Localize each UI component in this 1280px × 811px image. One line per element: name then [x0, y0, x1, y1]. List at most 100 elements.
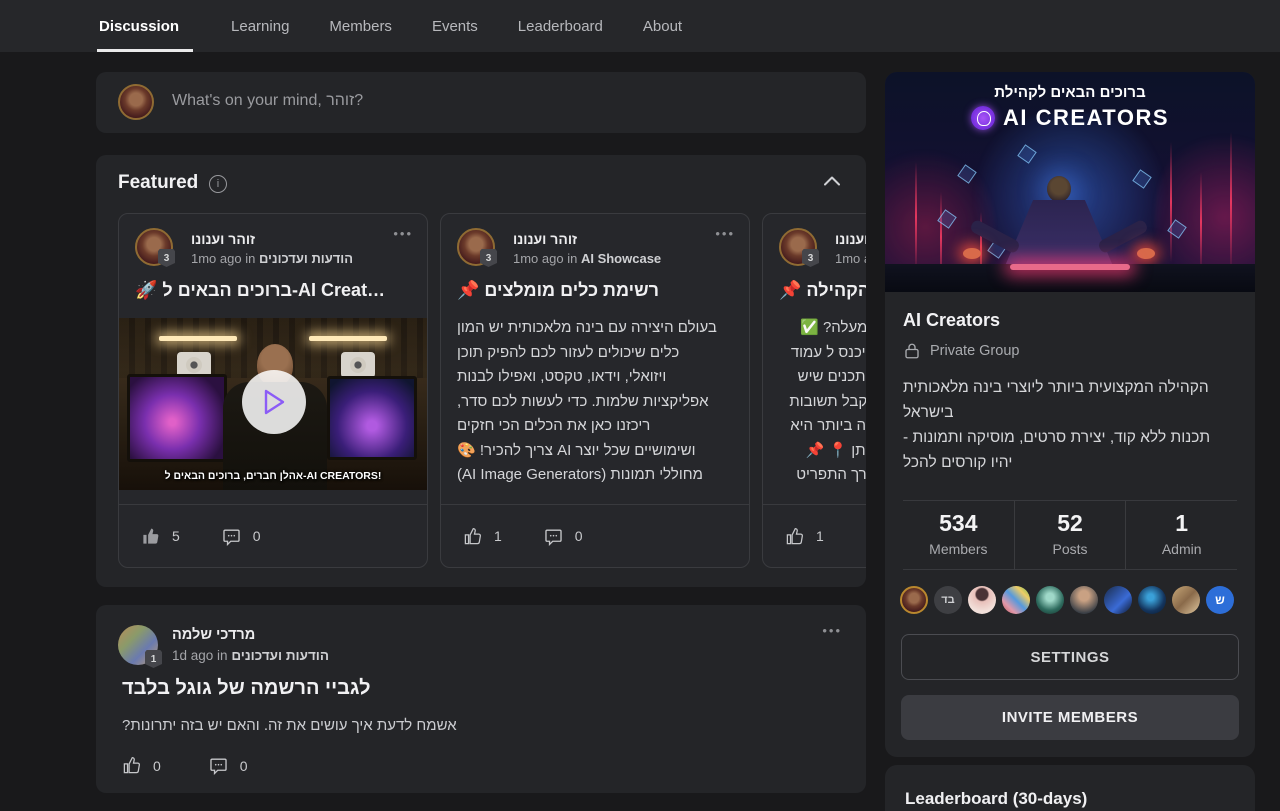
comment-icon[interactable]: [209, 756, 228, 775]
tab-discussion[interactable]: Discussion: [97, 0, 193, 52]
author-name[interactable]: זוהר וענונו: [513, 231, 577, 247]
like-count: 0: [153, 758, 161, 774]
comment-icon[interactable]: [544, 527, 563, 546]
stat-members[interactable]: 534 Members: [903, 501, 1014, 569]
featured-card[interactable]: 3 זוהר וענונו 1mo ago in הודעות ועדכונים…: [118, 213, 428, 568]
member-avatar[interactable]: [900, 586, 928, 614]
group-description: הקהילה המקצועית ביותר ליוצרי בינה מלאכות…: [903, 375, 1237, 475]
member-avatar[interactable]: [1070, 586, 1098, 614]
space-link[interactable]: הודעות ועדכונים: [231, 648, 329, 663]
more-menu-icon[interactable]: •••: [715, 226, 735, 241]
tab-leaderboard[interactable]: Leaderboard: [516, 0, 605, 52]
featured-card[interactable]: 3 זוהר וענונו 1mo ago in 📌 חוקי הקהילה ל…: [762, 213, 866, 568]
author-name[interactable]: זוהר וענונו: [191, 231, 255, 247]
more-menu-icon[interactable]: •••: [393, 226, 413, 241]
post-card[interactable]: 1 מרדכי שלמה 1d ago in הודעות ועדכונים •…: [96, 605, 866, 793]
author-name[interactable]: מרדכי שלמה: [172, 627, 255, 643]
stat-value: 1: [1126, 510, 1237, 537]
stat-posts[interactable]: 52 Posts: [1014, 501, 1126, 569]
comment-count: 0: [253, 528, 261, 544]
stat-value: 534: [903, 510, 1014, 537]
group-stats: 534 Members 52 Posts 1 Admin: [903, 500, 1237, 570]
light-bar: [309, 336, 387, 341]
avatar: 3: [779, 228, 817, 266]
member-avatar[interactable]: [1036, 586, 1064, 614]
space-link[interactable]: AI Showcase: [581, 251, 661, 266]
post-composer[interactable]: What's on your mind, זוהר?: [96, 72, 866, 133]
post-footer: 0 0: [122, 756, 248, 775]
timestamp: 1mo ago in: [513, 251, 577, 266]
space-link[interactable]: הודעות ועדכונים: [259, 251, 353, 266]
group-privacy: Private Group: [903, 342, 1019, 360]
leaderboard-title: Leaderboard (30-days): [905, 789, 1087, 809]
banner-brand-text: AI CREATORS: [1003, 105, 1169, 131]
like-icon[interactable]: [463, 527, 482, 546]
figure-head: [1047, 176, 1071, 202]
post-title[interactable]: לגביי הרשמה של גוגל בלבד: [122, 677, 371, 700]
like-count: 1: [494, 528, 502, 544]
featured-post-title[interactable]: 📌 רשימת כלים מומלצים: [457, 280, 733, 301]
comment-count: 0: [575, 528, 583, 544]
member-avatar[interactable]: [1138, 586, 1166, 614]
featured-post-title[interactable]: 🚀 ברוכים הבאים ל-AI Creat…: [135, 280, 411, 301]
brain-logo-icon: [971, 106, 995, 130]
stat-admins[interactable]: 1 Admin: [1125, 501, 1237, 569]
more-menu-icon[interactable]: •••: [822, 623, 842, 638]
post-meta: 1d ago in הודעות ועדכונים: [172, 648, 329, 663]
tab-learning[interactable]: Learning: [229, 0, 291, 52]
featured-title: Featured: [118, 172, 198, 194]
post-meta: 1mo ago in: [835, 251, 866, 266]
member-avatar[interactable]: [1172, 586, 1200, 614]
group-info-card: ברוכים הבאים לקהילת AI CREATORS AI Creat…: [885, 72, 1255, 757]
featured-post-title[interactable]: 📌 חוקי הקהילה: [779, 280, 866, 301]
post-meta: 1mo ago in הודעות ועדכונים: [191, 251, 353, 266]
glowing-keyboard: [1010, 264, 1130, 270]
tab-about[interactable]: About: [641, 0, 684, 52]
member-avatar[interactable]: [1002, 586, 1030, 614]
avatar: 3: [457, 228, 495, 266]
level-badge: 3: [480, 249, 497, 267]
composer-placeholder: What's on your mind, זוהר?: [172, 92, 363, 110]
comment-count: 0: [240, 758, 248, 774]
banner-brand-row: AI CREATORS: [885, 105, 1255, 131]
level-badge: 3: [158, 249, 175, 267]
settings-button[interactable]: SETTINGS: [901, 634, 1239, 680]
info-icon[interactable]: i: [209, 175, 227, 193]
comment-icon[interactable]: [222, 527, 241, 546]
stat-value: 52: [1015, 510, 1126, 537]
like-count: 1: [816, 528, 824, 544]
light-streak: [1230, 132, 1232, 272]
privacy-label: Private Group: [930, 343, 1019, 359]
invite-members-button[interactable]: INVITE MEMBERS: [901, 695, 1239, 740]
member-avatar[interactable]: ש: [1206, 586, 1234, 614]
level-badge: 3: [802, 249, 819, 267]
video-thumbnail[interactable]: אהלן חברים, ברוכים הבאים ל-AI CREATORS!: [119, 318, 427, 490]
tab-members[interactable]: Members: [327, 0, 394, 52]
like-icon[interactable]: [141, 527, 160, 546]
light-streak: [1200, 172, 1202, 272]
featured-post-body: בעולם היצירה עם בינה מלאכותית יש המון כל…: [457, 316, 735, 488]
stat-label: Posts: [1015, 541, 1126, 557]
monitor-left: [127, 374, 227, 462]
monitor-right: [327, 376, 417, 460]
like-icon[interactable]: [122, 756, 141, 775]
featured-post-body: למעלה? ✅ היכנס ל עמוד התכנים שיש לקבל תש…: [763, 316, 866, 488]
featured-card[interactable]: 3 זוהר וענונו 1mo ago in AI Showcase •••…: [440, 213, 750, 568]
card-footer: 1: [763, 505, 866, 567]
collapse-chevron-icon[interactable]: [824, 176, 840, 186]
member-avatar[interactable]: [1104, 586, 1132, 614]
top-navigation: Discussion Learning Members Events Leade…: [0, 0, 1280, 52]
leaderboard-card: Leaderboard (30-days): [885, 765, 1255, 811]
avatar: [118, 84, 154, 120]
member-avatar[interactable]: [968, 586, 996, 614]
like-icon[interactable]: [785, 527, 804, 546]
timestamp: 1mo ago in: [191, 251, 255, 266]
banner-welcome-text: ברוכים הבאים לקהילת: [885, 84, 1255, 101]
member-avatar[interactable]: בד: [934, 586, 962, 614]
group-name: AI Creators: [903, 310, 1000, 331]
play-button[interactable]: [242, 370, 306, 434]
tab-events[interactable]: Events: [430, 0, 480, 52]
avatar: 1: [118, 625, 158, 665]
author-name[interactable]: זוהר וענונו: [835, 231, 866, 247]
member-avatars: בד ש: [900, 586, 1234, 614]
